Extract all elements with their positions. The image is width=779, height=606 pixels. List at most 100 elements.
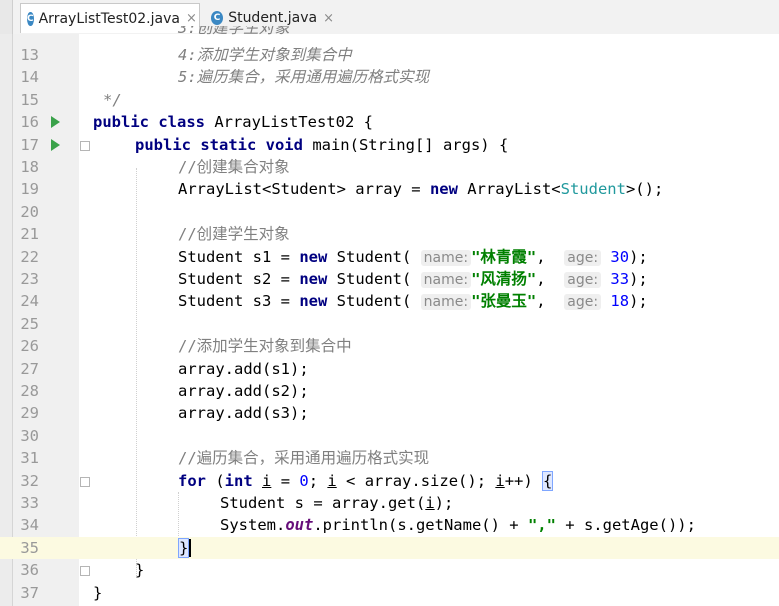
code-segment: ; [308, 471, 328, 490]
line-number: 14 [20, 68, 39, 87]
parameter-hint: name: [420, 272, 472, 288]
code-segment: >(); [625, 180, 664, 199]
code-text: for (int i = 0; i < array.size(); i++) { [178, 470, 554, 492]
code-line-32: 32 for (int i = 0; i < array.size(); i++… [0, 470, 779, 492]
code-text: Student s3 = new Student( name: "张曼玉", ag… [178, 290, 648, 313]
code-text: Student s = array.get(i); [220, 492, 453, 514]
code-line-31: 31 //遍历集合，采用通用遍历格式实现 [0, 447, 779, 469]
code-text: public static void main(String[] args) { [135, 134, 508, 156]
line-number: 24 [20, 292, 39, 311]
code-segment: .println(s.getName() + [313, 516, 528, 535]
code-text: ArrayList<Student> array = new ArrayList… [178, 178, 663, 200]
line-number: 17 [20, 135, 39, 154]
comment-text: //添加学生对象到集合中 [178, 337, 352, 356]
run-class-icon[interactable] [51, 116, 60, 129]
fold-marker-icon[interactable] [80, 140, 90, 151]
run-method-icon[interactable] [51, 138, 60, 151]
code-line-14: 14 5:遍历集合，采用通用遍历格式实现 [0, 66, 779, 88]
code-segment: , [536, 247, 565, 266]
line-number: 18 [20, 158, 39, 176]
code-text: array.add(s3); [178, 404, 309, 423]
line-number: 33 [20, 494, 39, 512]
code-line-17: 17 public static void main(String[] args… [0, 134, 779, 156]
parameter-hint: age: [564, 249, 602, 266]
code-segment: Student( [327, 270, 421, 288]
number-literal: 30 [610, 247, 630, 266]
line-number: 22 [20, 247, 39, 266]
parameter-hint: age: [564, 294, 602, 311]
line-number: 25 [20, 314, 39, 333]
code-line-25: 25 [0, 313, 779, 335]
code-line-36: 36 } [0, 559, 779, 581]
line-number: 15 [20, 90, 39, 109]
line-number: 23 [20, 270, 39, 288]
java-class-file-icon: C [27, 11, 34, 26]
fold-marker-icon[interactable] [80, 566, 90, 577]
code-text: } [178, 537, 192, 559]
string-literal: "," [527, 516, 556, 535]
line-number: 36 [20, 561, 39, 580]
keyword: new [429, 180, 458, 199]
number-literal: 0 [299, 471, 309, 490]
code-line-23: 23 Student s2 = new Student( name: "风清扬",… [0, 268, 779, 290]
loop-variable: i [262, 471, 272, 490]
loop-variable: i [327, 471, 337, 490]
code-line-13: 13 4:添加学生对象到集合中 [0, 44, 779, 66]
code-line-35-current: 35 } [0, 536, 779, 560]
string-literal: "林青霞" [471, 247, 537, 266]
code-line-20: 20 [0, 201, 779, 223]
method-signature: main(String[] args) { [302, 135, 509, 154]
keyword: public static void [135, 135, 303, 154]
keyword: new [299, 270, 328, 288]
string-literal: "风清扬" [471, 270, 537, 288]
code-line-34: 34 System.out.println(s.getName() + "," … [0, 514, 779, 536]
code-line-26: 26 //添加学生对象到集合中 [0, 335, 779, 357]
line-number: 34 [20, 516, 39, 535]
string-literal: "张曼玉" [471, 292, 537, 311]
code-segment: ArrayList< [457, 180, 561, 199]
line-number: 27 [20, 359, 39, 378]
matched-brace: } [178, 537, 190, 558]
number-literal: 18 [610, 292, 630, 311]
static-field: out [285, 516, 314, 535]
code-text: Student s2 = new Student( name: "风清扬", ag… [178, 268, 648, 291]
line-number: 31 [20, 449, 39, 468]
code-segment: ); [629, 292, 648, 311]
code-segment: ( [206, 471, 225, 490]
loop-variable: i [425, 494, 435, 512]
fold-marker-icon[interactable] [80, 476, 90, 487]
code-line-27: 27 array.add(s1); [0, 358, 779, 380]
line-number: 21 [20, 225, 39, 244]
tab-label: Student.java [228, 10, 318, 26]
close-icon[interactable]: × [323, 11, 334, 26]
comment-text: //遍历集合，采用通用遍历格式实现 [178, 449, 430, 468]
code-text: array.add(s2); [178, 382, 309, 400]
comment-text: 5:遍历集合，采用通用遍历格式实现 [178, 68, 430, 87]
line-number: 13 [20, 46, 39, 64]
code-line-18: 18 //创建集合对象 [0, 156, 779, 178]
line-number: 20 [20, 202, 39, 221]
close-icon[interactable]: × [186, 11, 197, 26]
parameter-hint: name: [420, 294, 472, 311]
code-text: array.add(s1); [178, 359, 309, 378]
code-segment: ); [434, 494, 454, 512]
line-number: 37 [20, 583, 39, 602]
code-segment: + s.getAge()); [555, 516, 696, 535]
java-class-file-icon: C [211, 11, 224, 25]
code-line-22: 22 Student s1 = new Student( name: "林青霞",… [0, 246, 779, 268]
code-segment: System. [220, 516, 286, 535]
parameter-hint: age: [564, 272, 602, 288]
code-segment: , [536, 270, 565, 288]
line-number: 26 [20, 337, 39, 356]
code-segment: ); [629, 247, 648, 266]
code-segment: Student( [327, 292, 421, 311]
code-line-28: 28 array.add(s2); [0, 380, 779, 402]
code-segment: = [271, 471, 300, 490]
line-number: 19 [20, 180, 39, 199]
keyword: for [178, 471, 206, 490]
parameter-hint: name: [420, 249, 472, 266]
text-caret [189, 539, 192, 558]
code-line-24: 24 Student s3 = new Student( name: "张曼玉",… [0, 290, 779, 312]
code-line-29: 29 array.add(s3); [0, 402, 779, 424]
